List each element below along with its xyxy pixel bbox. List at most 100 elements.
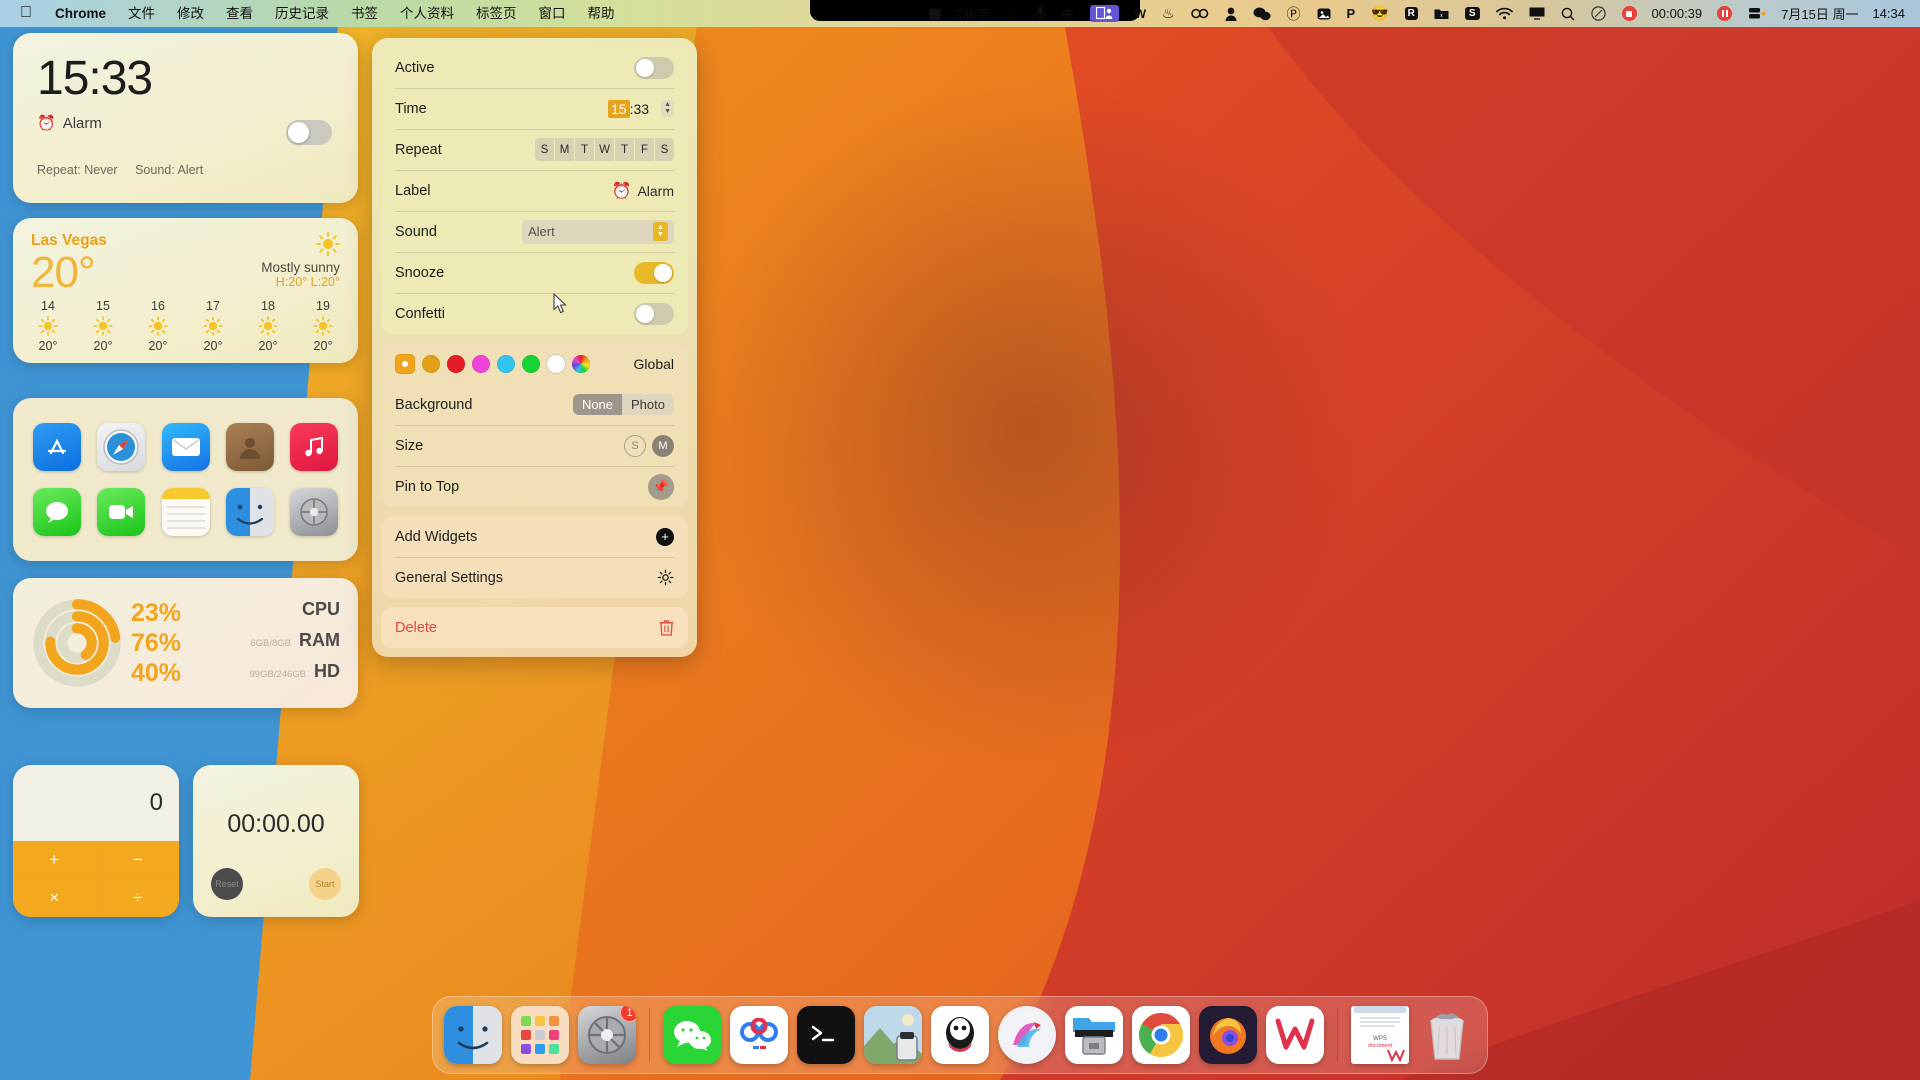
background-option-photo[interactable]: Photo	[622, 394, 674, 415]
recording-stop-button[interactable]	[1614, 0, 1645, 27]
folder-icon[interactable]: x	[1426, 0, 1457, 27]
contacts-icon[interactable]	[225, 422, 274, 471]
wechat-icon[interactable]	[1245, 0, 1279, 27]
size-option-medium[interactable]: M	[652, 434, 674, 457]
repeat-day-friday[interactable]: F	[635, 138, 654, 161]
display-user-icon[interactable]	[1082, 0, 1127, 27]
label-control[interactable]: ⏰ Alarm	[612, 181, 674, 201]
input-method-icon[interactable]: 中	[1054, 0, 1082, 27]
notes-icon[interactable]	[161, 488, 210, 537]
dock-item-system-settings[interactable]: 1	[578, 1006, 636, 1064]
stopwatch-reset-button[interactable]: Reset	[211, 868, 243, 900]
stepper-down-icon[interactable]: ▼	[664, 108, 671, 115]
repeat-day-saturday[interactable]: S	[655, 138, 674, 161]
background-option-none[interactable]: None	[572, 394, 623, 415]
calculator-multiply-button[interactable]: ×	[13, 879, 96, 917]
gear-icon[interactable]	[657, 569, 674, 586]
pinyin-icon[interactable]: P	[1339, 0, 1364, 27]
dock-item-bilibili[interactable]	[998, 1006, 1056, 1064]
p-circle-icon[interactable]: Ⓟ	[1279, 0, 1309, 27]
menu-item-history[interactable]: 历史记录	[264, 3, 340, 24]
dock-item-document[interactable]: WPS document	[1351, 1006, 1409, 1064]
safari-icon[interactable]	[97, 422, 146, 471]
color-swatch-red[interactable]	[447, 354, 465, 373]
s-icon[interactable]: S	[1457, 0, 1488, 27]
dock-item-terminal[interactable]	[797, 1006, 855, 1064]
menu-bar-clock[interactable]: 14:34	[1865, 6, 1912, 21]
time-minutes-field[interactable]: 33	[633, 101, 649, 117]
calculator-divide-button[interactable]: ÷	[96, 879, 179, 917]
dock-item-wps-office[interactable]	[1266, 1006, 1324, 1064]
menu-item-window[interactable]: 窗口	[528, 3, 577, 24]
dock-item-chrome[interactable]	[1132, 1006, 1190, 1064]
color-swatch-magenta[interactable]	[472, 354, 490, 373]
system-monitor-widget[interactable]: 23% 76% 40% CPU 6GB/8GB RAM 99GB/246GB H…	[13, 578, 358, 708]
apple-menu-icon[interactable]: 	[10, 4, 44, 23]
dock-item-preview[interactable]	[864, 1006, 922, 1064]
search-icon[interactable]	[1553, 0, 1583, 27]
dock-item-launchpad[interactable]	[511, 1006, 569, 1064]
row-delete[interactable]: Delete	[381, 607, 688, 648]
dock-item-baidu-netdisk[interactable]	[730, 1006, 788, 1064]
face-icon[interactable]: 😎	[1363, 0, 1396, 27]
equalizer-icon[interactable]: ▮▮	[920, 0, 947, 27]
time-input[interactable]: 15 : 33	[608, 99, 649, 118]
label-value[interactable]: Alarm	[637, 183, 674, 199]
trash-icon[interactable]	[659, 619, 674, 636]
time-stepper[interactable]: ▲ ▼	[661, 100, 674, 117]
alarm-active-toggle[interactable]	[286, 120, 332, 145]
menu-bar-date[interactable]: 7月15日 周一	[1774, 4, 1865, 23]
row-general-settings[interactable]: General Settings	[381, 557, 688, 598]
wifi-icon[interactable]	[1488, 0, 1521, 27]
time-hours-field[interactable]: 15	[608, 99, 630, 118]
r-icon[interactable]: R	[1397, 0, 1426, 27]
size-option-small[interactable]: S	[624, 434, 646, 457]
repeat-day-thursday[interactable]: T	[615, 138, 634, 161]
stopwatch-widget[interactable]: 00:00.00 Reset Start	[193, 765, 359, 917]
battery-stack-icon[interactable]	[1740, 0, 1774, 27]
color-swatch-gold[interactable]	[422, 354, 440, 373]
dock-item-finder[interactable]	[444, 1006, 502, 1064]
facetime-icon[interactable]	[97, 488, 146, 537]
control-center-icon[interactable]	[1583, 0, 1614, 27]
finder-icon[interactable]	[225, 488, 274, 537]
repeat-day-wednesday[interactable]: W	[595, 138, 614, 161]
smiley-icon[interactable]: ☺	[996, 0, 1026, 27]
dock-item-firefox[interactable]	[1199, 1006, 1257, 1064]
calculator-minus-button[interactable]: −	[96, 841, 179, 879]
calculator-plus-button[interactable]: +	[13, 841, 96, 879]
messages-icon[interactable]	[33, 488, 81, 537]
wps-icon[interactable]: W	[1127, 0, 1154, 27]
word-count-status[interactable]: 338字	[948, 4, 997, 23]
stopwatch-start-button[interactable]: Start	[309, 868, 341, 900]
microphone-icon[interactable]	[1027, 0, 1054, 27]
system-settings-icon[interactable]	[290, 488, 338, 537]
sound-select[interactable]: Alert ▲ ▼	[522, 219, 674, 244]
menu-item-file[interactable]: 文件	[117, 3, 166, 24]
app-launcher-widget[interactable]	[13, 398, 358, 561]
color-swatch-rainbow[interactable]	[572, 354, 590, 373]
dock-item-wechat[interactable]	[663, 1006, 721, 1064]
music-icon[interactable]	[290, 422, 338, 471]
calculator-widget[interactable]: 0 + − × ÷	[13, 765, 179, 917]
color-swatch-white[interactable]	[547, 354, 565, 373]
menu-item-edit[interactable]: 修改	[166, 3, 215, 24]
mail-icon[interactable]	[161, 422, 210, 471]
color-swatch-green[interactable]	[522, 354, 540, 373]
menu-app-name[interactable]: Chrome	[44, 3, 117, 24]
recording-pause-button[interactable]	[1709, 0, 1740, 27]
color-swatch-cyan[interactable]	[497, 354, 515, 373]
app-store-icon[interactable]	[33, 422, 81, 471]
row-add-widgets[interactable]: Add Widgets +	[381, 516, 688, 557]
pin-icon[interactable]: 📌	[648, 473, 674, 500]
repeat-day-sunday[interactable]: S	[535, 138, 554, 161]
dock-item-qq[interactable]	[931, 1006, 989, 1064]
active-toggle[interactable]	[634, 56, 674, 79]
menu-item-bookmarks[interactable]: 书签	[340, 3, 389, 24]
menu-item-view[interactable]: 查看	[215, 3, 264, 24]
alarm-widget[interactable]: 15:33 ⏰ Alarm Repeat: Never Sound: Alert	[13, 33, 358, 203]
weather-widget[interactable]: Las Vegas 20° Mostly sunny H:20° L:20° 1…	[13, 218, 358, 363]
screen-mirror-icon[interactable]	[1521, 0, 1553, 27]
dock-item-archive-utility[interactable]	[1065, 1006, 1123, 1064]
menu-item-help[interactable]: 帮助	[577, 3, 626, 24]
